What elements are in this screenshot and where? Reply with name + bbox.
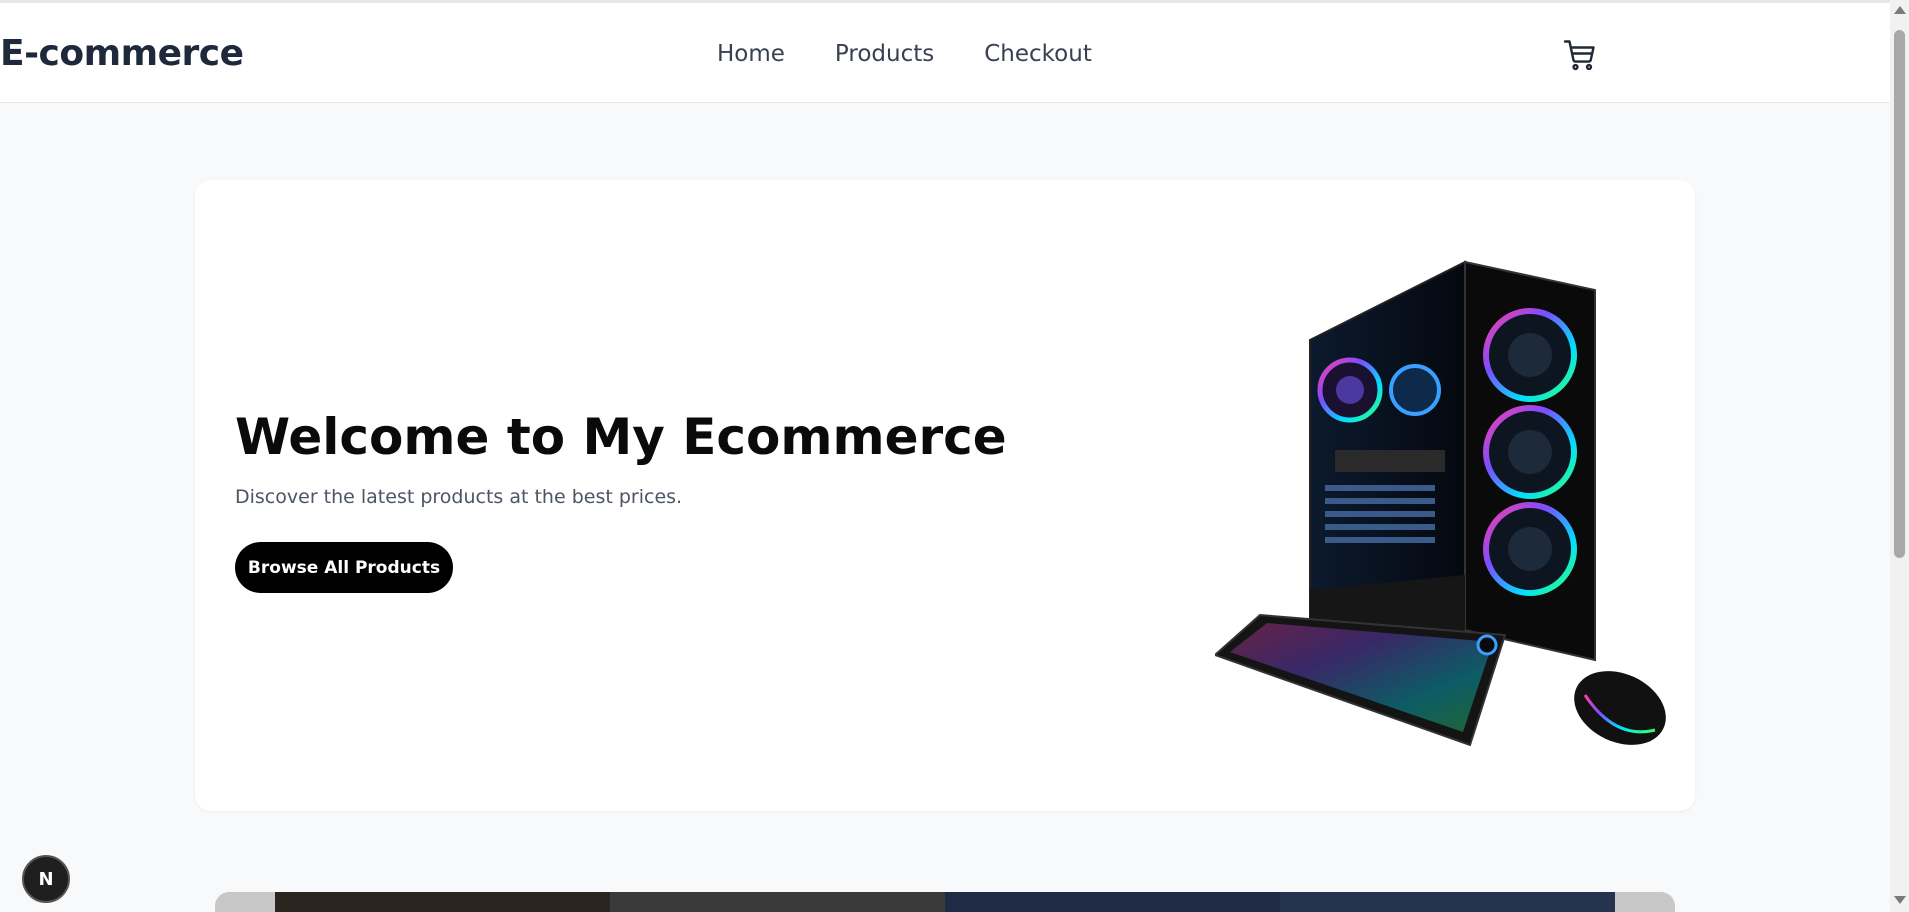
nav-home-link[interactable]: Home bbox=[717, 41, 785, 67]
scroll-up-arrow-icon[interactable] bbox=[1894, 6, 1906, 14]
scroll-down-arrow-icon[interactable] bbox=[1894, 896, 1906, 904]
gaming-pc-image bbox=[1213, 240, 1675, 760]
nav-products-link[interactable]: Products bbox=[835, 41, 934, 67]
nav-checkout-link[interactable]: Checkout bbox=[984, 41, 1092, 67]
product-carousel-preview[interactable] bbox=[215, 892, 1675, 912]
devtools-badge[interactable]: N bbox=[22, 855, 70, 903]
cart-icon[interactable] bbox=[1562, 37, 1598, 73]
main-nav: Home Products Checkout bbox=[717, 41, 1092, 67]
scroll-thumb[interactable] bbox=[1894, 30, 1905, 558]
site-header: E-commerce Home Products Checkout bbox=[0, 0, 1890, 103]
brand-logo[interactable]: E-commerce bbox=[0, 33, 244, 74]
page-scrollbar[interactable] bbox=[1890, 0, 1909, 912]
hero-subtitle: Discover the latest products at the best… bbox=[235, 486, 683, 508]
hero-card: Welcome to My Ecommerce Discover the lat… bbox=[195, 180, 1695, 811]
browse-all-products-button[interactable]: Browse All Products bbox=[235, 542, 453, 593]
hero-title: Welcome to My Ecommerce bbox=[235, 408, 1007, 466]
